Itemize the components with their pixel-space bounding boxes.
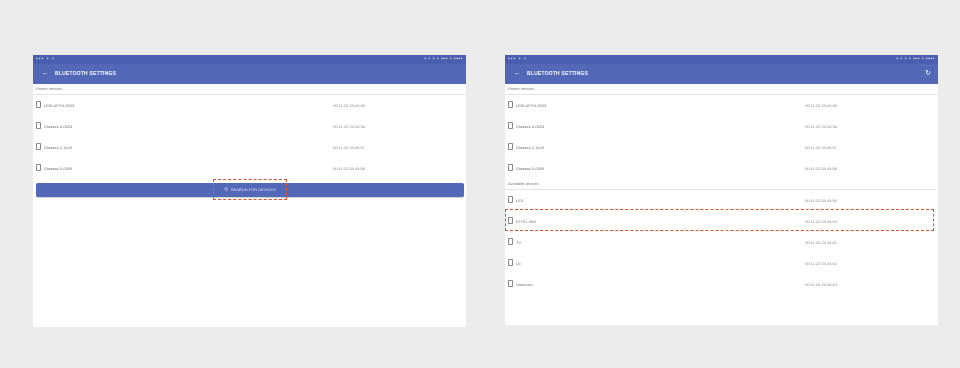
device-row[interactable]: LE3 00:11:22:33:44:59 bbox=[505, 190, 938, 211]
paired-devices-header: Paired devices bbox=[33, 84, 466, 95]
device-row[interactable]: Glasses-3-0003 00:11:22:33:44:56 bbox=[33, 116, 466, 137]
device-name: Glasses-3-0003 bbox=[516, 124, 545, 129]
device-row[interactable]: Glasses-3-0003 00:11:22:33:44:56 bbox=[505, 116, 938, 137]
status-left-icons: ▪▪▪ ▪ ▪ bbox=[36, 56, 55, 62]
device-name: Unknown bbox=[516, 282, 533, 287]
right-screen: ▪▪▪ ▪ ▪ ▪ ▪ ▪ ▪ ▪▪▪ ▪ ▪▪▪▪ ← BLUETOOTH S… bbox=[505, 55, 938, 325]
phone-device-icon bbox=[508, 101, 513, 108]
device-name: Glasses-2-1145 bbox=[44, 145, 72, 150]
status-bar: ▪▪▪ ▪ ▪ ▪ ▪ ▪ ▪ ▪▪▪ ▪ ▪▪▪▪ bbox=[33, 55, 466, 64]
phone-device-icon bbox=[508, 280, 513, 287]
app-toolbar: ← BLUETOOTH SETTINGS bbox=[33, 64, 466, 84]
app-toolbar: ← BLUETOOTH SETTINGS ↻ bbox=[505, 64, 938, 84]
device-name: Glasses-2-1145 bbox=[516, 145, 544, 150]
toolbar-title: BLUETOOTH SETTINGS bbox=[527, 71, 589, 77]
toolbar-title: BLUETOOTH SETTINGS bbox=[55, 71, 117, 77]
phone-device-icon bbox=[36, 143, 41, 150]
device-address: 00:11:22:33:44:55 bbox=[333, 103, 365, 108]
device-row-highlight bbox=[505, 209, 934, 231]
device-row[interactable]: LEM-AFG9-2003 00:11:22:33:44:55 bbox=[33, 95, 466, 116]
phone-device-icon bbox=[508, 164, 513, 171]
scan-button-highlight bbox=[213, 179, 287, 200]
available-devices-header: Available devices bbox=[505, 179, 938, 190]
back-arrow-icon[interactable]: ← bbox=[514, 64, 521, 84]
phone-device-icon bbox=[36, 101, 41, 108]
status-bar: ▪▪▪ ▪ ▪ ▪ ▪ ▪ ▪ ▪▪▪ ▪ ▪▪▪▪ bbox=[505, 55, 938, 64]
device-name: TV bbox=[516, 240, 522, 245]
phone-device-icon bbox=[508, 122, 513, 129]
device-name: LE bbox=[516, 261, 521, 266]
paired-device-list: LEM-AFG9-2003 00:11:22:33:44:55 Glasses-3-… bbox=[505, 95, 938, 179]
back-arrow-icon[interactable]: ← bbox=[42, 64, 49, 84]
device-name: Glasses-3-0003 bbox=[44, 124, 73, 129]
device-row[interactable]: LEM-AFG9-2003 00:11:22:33:44:55 bbox=[505, 95, 938, 116]
device-address: 00:11:22:33:44:57 bbox=[805, 145, 837, 150]
device-row[interactable]: Glasses-3-0005 00:11:22:33:44:58 bbox=[33, 158, 466, 179]
device-address: 00:11:22:33:44:56 bbox=[333, 124, 365, 129]
device-row[interactable]: Unknown 00:11:22:33:44:63 bbox=[505, 274, 938, 295]
phone-device-icon bbox=[508, 238, 513, 245]
device-name: LEM-AFG9-2003 bbox=[44, 103, 75, 108]
device-row[interactable]: Glasses-2-1145 00:11:22:33:44:57 bbox=[33, 137, 466, 158]
device-address: 00:11:22:33:44:58 bbox=[333, 166, 365, 171]
device-row[interactable]: Glasses-2-1145 00:11:22:33:44:57 bbox=[505, 137, 938, 158]
available-device-list: LE3 00:11:22:33:44:59 ETGC-3H4 00:11:22:33:… bbox=[505, 190, 938, 295]
device-address: 00:11:22:33:44:62 bbox=[805, 261, 837, 266]
device-address: 00:11:22:33:44:59 bbox=[805, 198, 837, 203]
device-name: Glasses-3-0005 bbox=[516, 166, 545, 171]
device-name: LEM-AFG9-2003 bbox=[516, 103, 547, 108]
status-left-icons: ▪▪▪ ▪ ▪ bbox=[508, 56, 527, 62]
phone-device-icon bbox=[508, 196, 513, 203]
paired-devices-header: Paired devices bbox=[505, 84, 938, 95]
phone-device-icon bbox=[508, 143, 513, 150]
status-right-icons: ▪ ▪ ▪ ▪ ▪▪▪ ▪ ▪▪▪▪ bbox=[424, 56, 463, 62]
paired-device-list: LEM-AFG9-2003 00:11:22:33:44:55 Glasses-3-… bbox=[33, 95, 466, 179]
device-address: 00:11:22:33:44:55 bbox=[805, 103, 837, 108]
phone-device-icon bbox=[36, 122, 41, 129]
device-address: 00:11:22:33:44:61 bbox=[805, 240, 837, 245]
device-name: Glasses-3-0005 bbox=[44, 166, 73, 171]
device-address: 00:11:22:33:44:57 bbox=[333, 145, 365, 150]
device-address: 00:11:22:33:44:56 bbox=[805, 124, 837, 129]
status-right-icons: ▪ ▪ ▪ ▪ ▪▪▪ ▪ ▪▪▪▪ bbox=[896, 56, 935, 62]
device-row[interactable]: Glasses-3-0005 00:11:22:33:44:58 bbox=[505, 158, 938, 179]
refresh-icon[interactable]: ↻ bbox=[925, 64, 931, 84]
phone-device-icon bbox=[36, 164, 41, 171]
device-row[interactable]: TV 00:11:22:33:44:61 bbox=[505, 232, 938, 253]
device-name: LE3 bbox=[516, 198, 524, 203]
device-address: 00:11:22:33:44:58 bbox=[805, 166, 837, 171]
device-address: 00:11:22:33:44:63 bbox=[805, 282, 837, 287]
device-row[interactable]: LE 00:11:22:33:44:62 bbox=[505, 253, 938, 274]
phone-device-icon bbox=[508, 259, 513, 266]
